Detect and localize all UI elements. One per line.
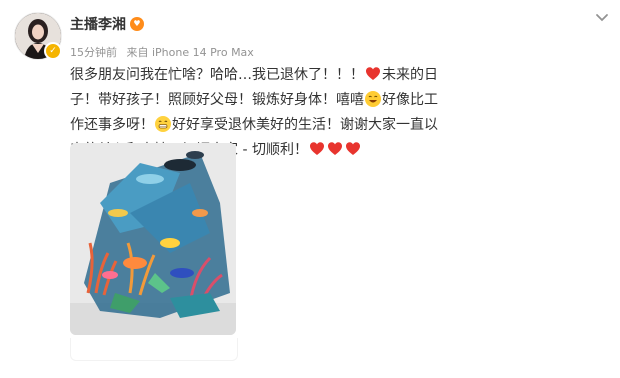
post-meta: 15分钟前 来自 iPhone 14 Pro Max [70, 44, 260, 60]
red-heart-emoji [327, 141, 343, 157]
avatar-container[interactable]: ✓ [14, 12, 62, 60]
red-heart-emoji [345, 141, 361, 157]
weibo-post: ✓ 主播李湘 ♥ 15分钟前 来自 iPhone 14 Pro Max 很多朋友… [0, 0, 620, 378]
ocean-diorama-illustration [70, 143, 236, 335]
username[interactable]: 主播李湘 [70, 14, 126, 34]
post-time[interactable]: 15分钟前 [70, 46, 117, 59]
chevron-down-icon[interactable] [594, 10, 610, 26]
red-heart-emoji [365, 66, 381, 82]
verified-badge-icon: ✓ [44, 42, 62, 60]
name-row: 主播李湘 ♥ [70, 14, 144, 34]
member-badge-icon[interactable]: ♥ [130, 17, 144, 31]
red-heart-emoji [309, 141, 325, 157]
post-image-ocean-popup-card[interactable] [70, 143, 236, 335]
image-card-footer [70, 338, 238, 361]
laughing-emoji [365, 91, 381, 107]
post-text-part-1: 很多朋友问我在忙啥？哈哈…我已退休了！！！ [70, 67, 364, 83]
grinning-emoji [155, 116, 171, 132]
post-source[interactable]: 来自 iPhone 14 Pro Max [127, 46, 254, 59]
